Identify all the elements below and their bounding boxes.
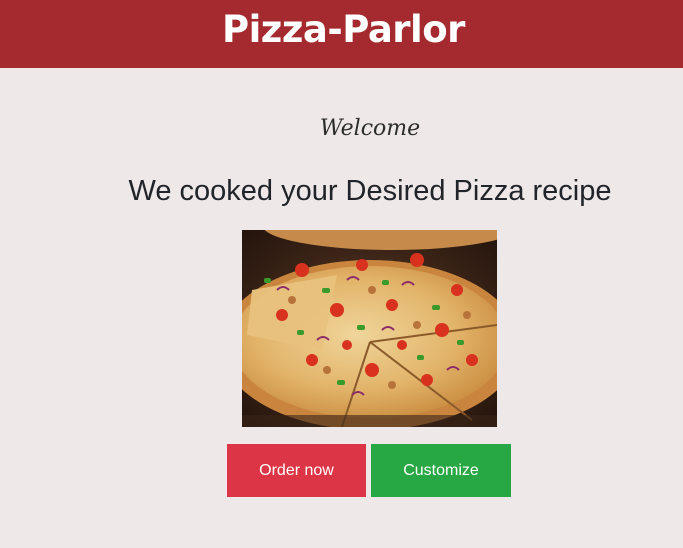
pizza-photo-icon [242,230,497,427]
welcome-text: Welcome [319,116,421,141]
page-headline: We cooked your Desired Pizza recipe [128,175,612,207]
top-navbar: Pizza-Parlor [0,0,683,68]
brand-title[interactable]: Pizza-Parlor [222,8,465,51]
customize-button[interactable]: Customize [371,444,511,497]
order-now-button[interactable]: Order now [227,444,366,497]
pizza-image [242,230,497,427]
